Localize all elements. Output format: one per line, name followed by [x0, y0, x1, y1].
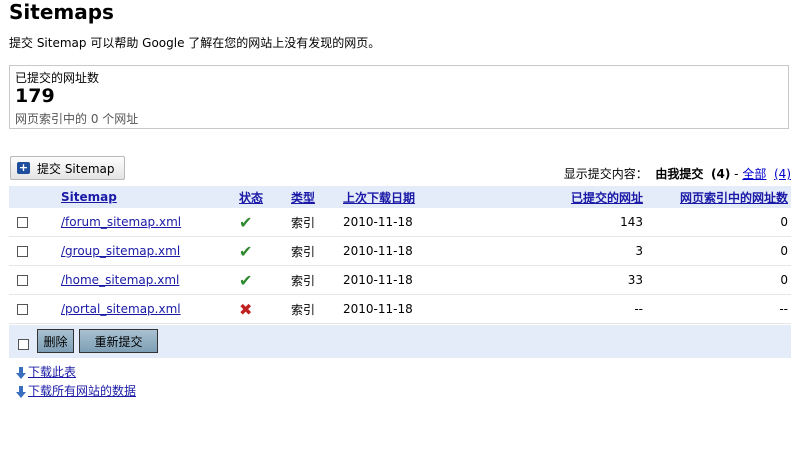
check-icon: ✔ [239, 241, 253, 261]
header-indexed-urls[interactable]: 网页索引中的网址数 [653, 186, 791, 208]
stats-box: 已提交的网址数 179 网页索引中的 0 个网址 [9, 65, 789, 129]
filter-all-link[interactable]: 全部 [742, 167, 766, 181]
delete-button[interactable]: 删除 [37, 329, 74, 353]
submitted-urls: 143 [493, 208, 653, 237]
download-table-label: 下载此表 [28, 365, 77, 379]
download-arrow-icon [16, 385, 26, 398]
sitemap-type: 索引 [291, 236, 343, 266]
submission-filter: 显示提交内容： 由我提交 (4) - 全部 (4) [564, 165, 791, 182]
page-subtitle: 提交 Sitemap 可以帮助 Google 了解在您的网站上没有发现的网页。 [9, 36, 381, 50]
sitemap-date: 2010-11-18 [343, 294, 493, 324]
sitemap-link[interactable]: /home_sitemap.xml [61, 273, 179, 287]
check-icon: ✔ [239, 270, 253, 290]
header-last-download[interactable]: 上次下载日期 [343, 186, 493, 208]
sitemap-link[interactable]: /portal_sitemap.xml [61, 302, 181, 316]
filter-all-count[interactable]: (4) [774, 167, 791, 181]
indexed-text: 网页索引中的 0 个网址 [15, 112, 139, 126]
download-all-label: 下载所有网站的数据 [28, 384, 137, 398]
select-all-checkbox[interactable] [18, 339, 29, 350]
table-row: /portal_sitemap.xml ✖ 索引 2010-11-18 -- -… [9, 294, 791, 324]
filter-prefix: 显示提交内容： [563, 167, 648, 181]
indexed-urls: 0 [653, 208, 791, 237]
indexed-urls: 0 [653, 265, 791, 295]
check-icon: ✔ [239, 212, 253, 232]
download-table-link[interactable]: 下载此表 [15, 363, 76, 380]
table-row: /group_sitemap.xml ✔ 索引 2010-11-18 3 0 [9, 236, 791, 266]
sitemap-date: 2010-11-18 [343, 236, 493, 266]
table-row: /forum_sitemap.xml ✔ 索引 2010-11-18 143 0 [9, 208, 791, 237]
header-sitemap[interactable]: Sitemap [61, 186, 239, 208]
filter-mine: 由我提交 [655, 167, 704, 181]
page-title: Sitemaps [9, 0, 114, 24]
sitemap-type: 索引 [291, 208, 343, 237]
filter-mine-count: (4) [711, 167, 731, 181]
sitemap-type: 索引 [291, 265, 343, 295]
action-bar: 删除 重新提交 [9, 325, 791, 358]
submitted-label: 已提交的网址数 [15, 71, 100, 85]
resubmit-button[interactable]: 重新提交 [79, 329, 158, 353]
table-row: /home_sitemap.xml ✔ 索引 2010-11-18 33 0 [9, 265, 791, 295]
row-checkbox[interactable] [17, 275, 28, 286]
submitted-urls: 33 [493, 265, 653, 295]
row-checkbox[interactable] [17, 246, 28, 257]
header-type[interactable]: 类型 [291, 186, 343, 208]
submitted-urls: -- [493, 294, 653, 324]
row-checkbox[interactable] [17, 217, 28, 228]
submit-sitemap-button[interactable]: + 提交 Sitemap [10, 156, 125, 180]
indexed-urls: 0 [653, 236, 791, 266]
table-header-row: Sitemap 状态 类型 上次下载日期 已提交的网址 网页索引中的网址数 [9, 186, 791, 208]
header-checkbox-col [9, 186, 61, 208]
sitemap-date: 2010-11-18 [343, 265, 493, 295]
sitemap-link[interactable]: /group_sitemap.xml [61, 244, 180, 258]
sitemaps-table: Sitemap 状态 类型 上次下载日期 已提交的网址 网页索引中的网址数 /f… [9, 186, 791, 324]
submitted-count: 179 [15, 85, 55, 107]
header-submitted-urls[interactable]: 已提交的网址 [493, 186, 653, 208]
submitted-urls: 3 [493, 236, 653, 266]
indexed-urls: -- [653, 294, 791, 324]
download-all-link[interactable]: 下载所有网站的数据 [15, 382, 136, 399]
sitemap-type: 索引 [291, 294, 343, 324]
plus-icon: + [17, 161, 30, 174]
download-arrow-icon [16, 366, 26, 379]
cross-icon: ✖ [239, 299, 253, 319]
filter-separator: - [734, 167, 739, 181]
header-status[interactable]: 状态 [239, 186, 291, 208]
row-checkbox[interactable] [17, 304, 28, 315]
sitemap-link[interactable]: /forum_sitemap.xml [61, 215, 181, 229]
submit-sitemap-label: 提交 Sitemap [37, 161, 115, 176]
sitemap-date: 2010-11-18 [343, 208, 493, 237]
